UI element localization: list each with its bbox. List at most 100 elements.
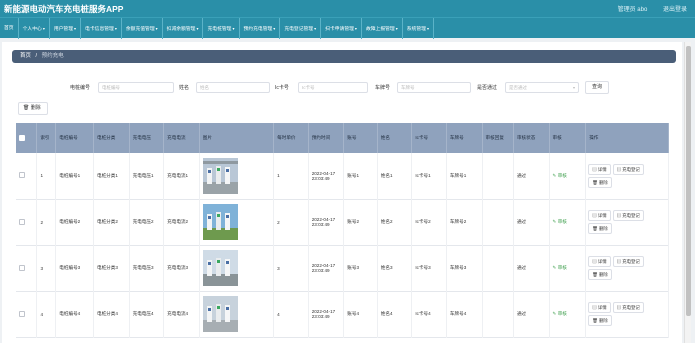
row-voltage: 充电电压1 <box>129 153 165 199</box>
select-all-checkbox[interactable] <box>19 134 25 141</box>
row-reply <box>482 153 514 199</box>
batch-delete-button[interactable]: 🗑 删除 <box>18 102 48 115</box>
nav-item-2[interactable]: 用户管理▾ <box>50 18 82 39</box>
delete-button[interactable]: 🗑 删除 <box>588 176 612 188</box>
nav-item-7[interactable]: 预约充电管理▾ <box>240 18 281 39</box>
table-row: 1 电桩编号1 电桩分类1 充电电压1 充电电流1 1 2022-04-17 23:03:4… <box>16 153 669 199</box>
row-image-cell <box>199 291 275 337</box>
scrollbar-thumb[interactable] <box>686 46 691 316</box>
detail-button-label: 详情 <box>597 305 607 310</box>
audit-link[interactable]: ✎ 审核 <box>553 219 567 224</box>
row-pile-no: 电桩编号2 <box>55 199 94 245</box>
charge-register-button[interactable]: ▤ 充电登记 <box>612 302 644 313</box>
nav-item-6[interactable]: 充电桩管理▾ <box>203 18 240 39</box>
row-account: 账号2 <box>343 199 378 245</box>
delete-button[interactable]: 🗑 删除 <box>588 315 612 326</box>
nav-item-label: 充电登记管理 <box>284 27 314 32</box>
col-reply: 审核回复 <box>482 123 514 153</box>
audit-link[interactable]: ✎ 审核 <box>553 311 567 316</box>
chevron-down-icon: ▾ <box>314 26 317 31</box>
col-time: 预约时间 <box>308 123 345 153</box>
nav-item-label: 余额充值管理 <box>125 27 155 32</box>
row-actions-cell: ▤ 详情 ▤ 充电登记 🗑 删除 <box>585 245 669 291</box>
nav-item-10[interactable]: 故障上报管理▾ <box>362 18 403 39</box>
plate-input[interactable]: 车牌号 <box>397 82 471 93</box>
row-checkbox[interactable] <box>19 264 25 271</box>
row-actions-cell: ▤ 详情 ▤ 充电登记 🗑 删除 <box>585 291 669 337</box>
title-bar: 新能源电动汽车充电桩服务APP 管理员 abo 退出登录 <box>0 0 695 17</box>
detail-button[interactable]: ▤ 详情 <box>588 163 611 175</box>
row-card: Ic卡号1 <box>411 153 447 199</box>
charging-station-image <box>202 204 238 240</box>
row-category: 电桩分类1 <box>93 153 130 199</box>
vertical-scrollbar[interactable] <box>684 42 691 343</box>
logout-link[interactable]: 退出登录 <box>663 7 687 13</box>
audit-link[interactable]: ✎ 审核 <box>553 173 567 178</box>
plate-label: 车牌号 <box>375 85 391 91</box>
table-row: 4 电桩编号4 电桩分类4 充电电压4 充电电流4 4 2022-04-17 23:03:4… <box>16 291 669 337</box>
nav-item-3[interactable]: 电卡信息管理▾ <box>81 18 122 39</box>
nav-item-1[interactable]: 个人中心▾ <box>19 18 50 39</box>
row-reply <box>482 199 514 245</box>
row-card: Ic卡号3 <box>411 245 447 291</box>
row-audit-cell: ✎ 审核 <box>549 291 587 337</box>
detail-button[interactable]: ▤ 详情 <box>588 256 611 267</box>
card-input[interactable]: Ic卡号 <box>298 82 368 93</box>
delete-button[interactable]: 🗑 删除 <box>588 269 612 280</box>
admin-user-link[interactable]: 管理员 abo <box>618 7 648 13</box>
main-content: 首页 / 预约充电 电桩编号 电桩编号 姓名 姓名 Ic卡号 Ic卡号 车牌号 … <box>2 42 682 343</box>
charge-register-button[interactable]: ▤ 充电登记 <box>612 210 644 221</box>
row-checkbox[interactable] <box>19 310 25 317</box>
nav-item-11[interactable]: 系统管理▾ <box>403 18 434 39</box>
charging-station-image <box>202 250 238 286</box>
table-row: 3 电桩编号3 电桩分类3 充电电压3 充电电流3 3 2022-04-17 23:03:4… <box>16 245 669 291</box>
nav-item-4[interactable]: 余额充值管理▾ <box>122 18 163 39</box>
row-price: 4 <box>273 291 309 337</box>
row-voltage: 充电电压3 <box>129 245 165 291</box>
pile-no-input[interactable]: 电桩编号 <box>98 82 174 93</box>
name-input[interactable]: 姓名 <box>196 82 270 93</box>
pile-no-label: 电桩编号 <box>70 85 91 91</box>
search-button[interactable]: 查询 <box>585 81 609 94</box>
breadcrumb-current: 预约充电 <box>41 53 64 59</box>
chevron-down-icon: ▾ <box>395 26 398 31</box>
nav-item-label: 个人中心 <box>22 27 42 32</box>
row-current: 充电电流3 <box>163 245 200 291</box>
passed-select-placeholder: 是否通过 <box>509 85 527 90</box>
appointment-table: 索引 电桩编号 电桩分类 充电电压 充电电流 图片 每时单价 预约时间 账号 姓… <box>16 123 669 338</box>
nav-item-8[interactable]: 充电登记管理▾ <box>280 18 322 39</box>
breadcrumb: 首页 / 预约充电 <box>12 50 676 63</box>
detail-button[interactable]: ▤ 详情 <box>588 210 611 221</box>
detail-button[interactable]: ▤ 详情 <box>588 302 611 313</box>
nav-item-5[interactable]: 扣减余额管理▾ <box>163 18 204 39</box>
chevron-down-icon: ▾ <box>155 26 158 31</box>
audit-link[interactable]: ✎ 审核 <box>553 265 567 270</box>
row-category: 电桩分类4 <box>93 291 130 337</box>
row-checkbox[interactable] <box>19 218 25 225</box>
nav-item-9[interactable]: 扫卡申请管理▾ <box>321 18 362 39</box>
breadcrumb-home[interactable]: 首页 <box>20 53 31 59</box>
row-category: 电桩分类3 <box>93 245 130 291</box>
charge-register-button[interactable]: ▤ 充电登记 <box>612 163 644 175</box>
delete-button[interactable]: 🗑 删除 <box>588 223 612 234</box>
chevron-down-icon: ▾ <box>426 26 429 31</box>
nav-item-0[interactable]: 首页 <box>0 18 19 39</box>
row-image-cell <box>199 245 275 291</box>
nav-item-label: 扫卡申请管理 <box>325 27 354 32</box>
row-status: 通过 <box>513 291 550 337</box>
passed-select[interactable]: 是否通过 ▾ <box>505 82 579 93</box>
delete-button-label: 删除 <box>599 318 608 323</box>
row-audit-cell: ✎ 审核 <box>549 199 587 245</box>
row-price: 1 <box>273 153 309 199</box>
audit-label: 审核 <box>557 172 567 178</box>
row-checkbox[interactable] <box>19 172 25 179</box>
row-plate: 车牌号4 <box>446 291 483 337</box>
delete-button-label: 删除 <box>599 272 608 277</box>
row-select-cell <box>16 153 38 199</box>
row-card: Ic卡号4 <box>411 291 447 337</box>
row-plate: 车牌号1 <box>446 153 483 199</box>
trash-icon: 🗑 <box>592 318 599 323</box>
charge-register-button[interactable]: ▤ 充电登记 <box>612 256 644 267</box>
audit-label: 审核 <box>557 311 567 316</box>
row-plate: 车牌号3 <box>446 245 483 291</box>
